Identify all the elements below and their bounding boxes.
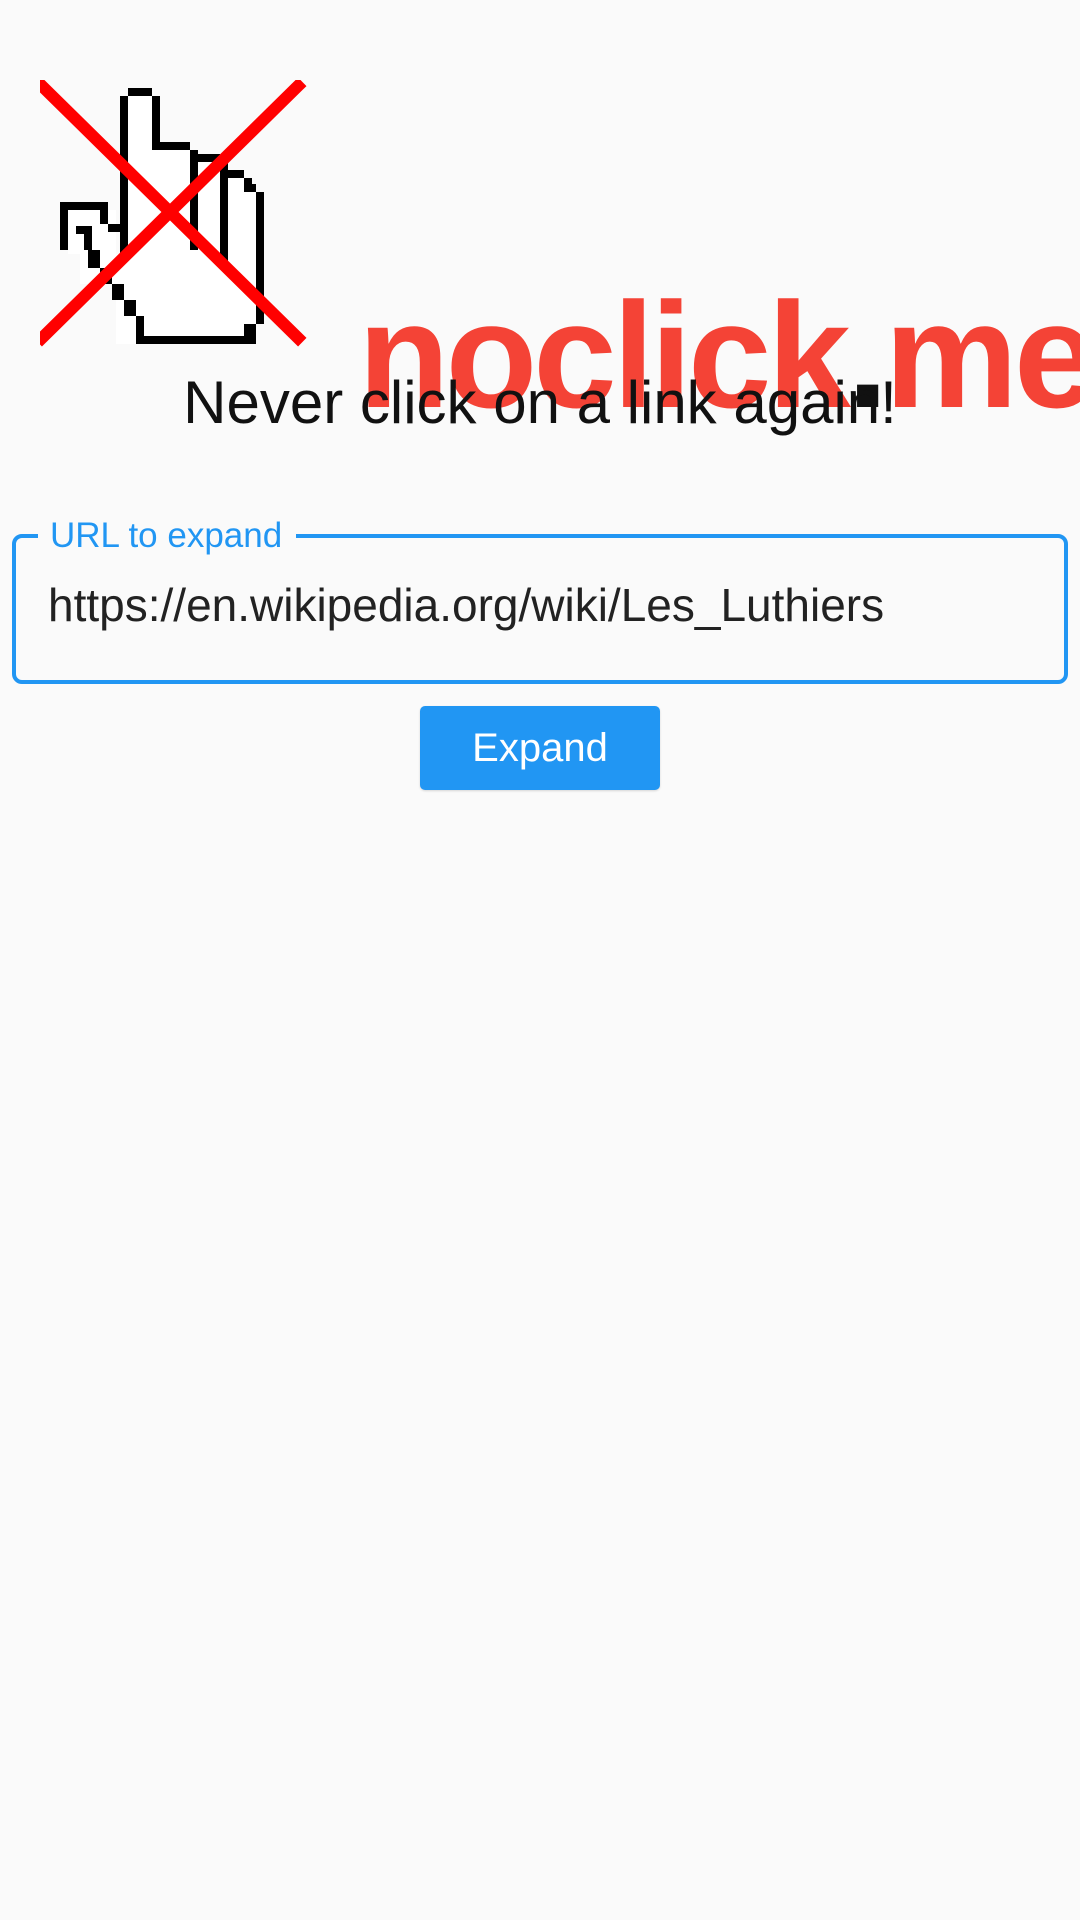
url-field-label: URL to expand <box>38 516 297 556</box>
url-field: URL to expand <box>12 516 1068 684</box>
url-input[interactable] <box>48 572 1038 638</box>
crossed-out-pointing-hand-icon <box>40 80 307 347</box>
logo: noclick.me <box>40 80 1080 430</box>
expand-button[interactable]: Expand <box>420 706 660 790</box>
tagline: Never click on a link again! <box>183 369 897 436</box>
